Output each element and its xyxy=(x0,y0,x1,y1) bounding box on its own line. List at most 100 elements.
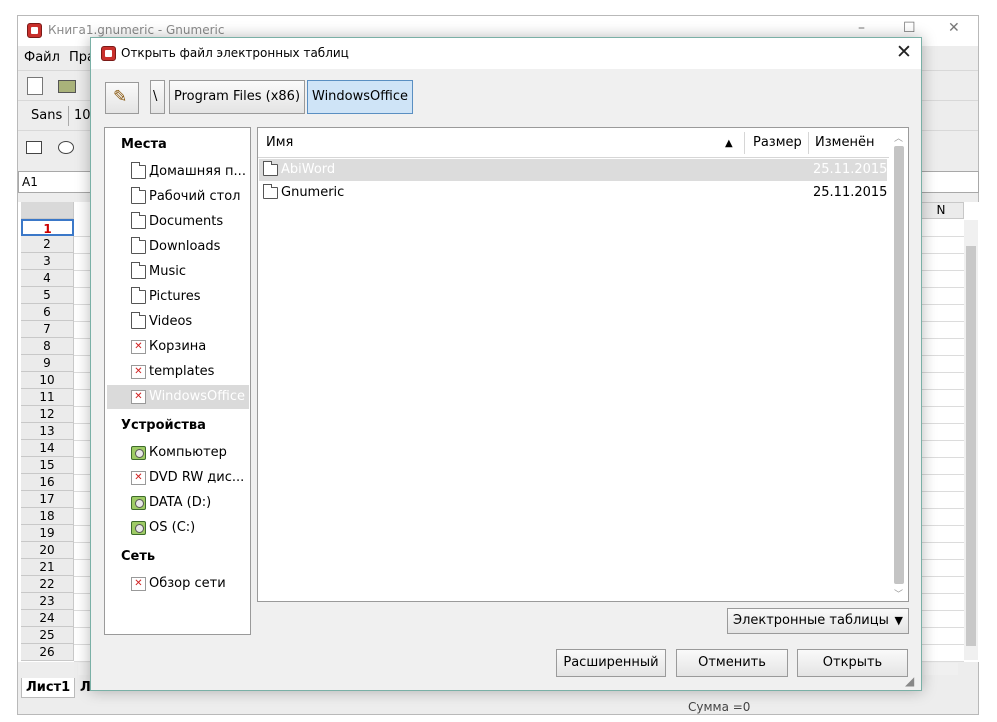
row-header[interactable]: 20 xyxy=(21,542,74,559)
row-header[interactable]: 4 xyxy=(21,270,74,287)
place-item[interactable]: ✕ templates xyxy=(107,360,249,384)
folder-icon xyxy=(131,212,146,229)
row-header[interactable]: 22 xyxy=(21,576,74,593)
sort-ascending-icon: ▲ xyxy=(725,138,733,149)
missing-icon: ✕ xyxy=(131,577,146,591)
device-item[interactable]: ✕ DVD RW дис... xyxy=(107,466,249,490)
dialog-close-button[interactable]: ✕ xyxy=(896,41,912,63)
device-item-label: OS (C:) xyxy=(149,520,196,535)
folder-icon xyxy=(131,162,146,179)
network-item[interactable]: ✕ Обзор сети xyxy=(107,572,249,596)
scroll-up-arrow-icon[interactable]: ︿ xyxy=(894,131,903,144)
row-header[interactable]: 2 xyxy=(21,236,74,253)
place-item[interactable]: ✕ WindowsOffice xyxy=(107,385,249,409)
row-header[interactable]: 1 xyxy=(21,219,74,236)
file-row[interactable]: Gnumeric 25.11.2015 xyxy=(259,182,887,204)
row-header[interactable]: 23 xyxy=(21,593,74,610)
device-item[interactable]: Компьютер xyxy=(107,441,249,465)
row-header[interactable]: 26 xyxy=(21,644,74,661)
row-header[interactable]: 14 xyxy=(21,440,74,457)
place-item[interactable]: Documents xyxy=(107,210,249,234)
row-header[interactable]: 19 xyxy=(21,525,74,542)
rectangle-tool-icon[interactable] xyxy=(26,141,42,154)
row-header[interactable]: 3 xyxy=(21,253,74,270)
network-section-title: Сеть xyxy=(121,549,156,564)
column-modified-header[interactable]: Изменён xyxy=(815,135,874,150)
scroll-thumb[interactable] xyxy=(894,146,904,584)
device-item-label: Компьютер xyxy=(149,445,227,460)
row-header[interactable]: 17 xyxy=(21,491,74,508)
row-header[interactable]: 9 xyxy=(21,355,74,372)
path-button-program-files[interactable]: Program Files (x86) xyxy=(169,80,306,114)
font-size-field[interactable]: 10 xyxy=(74,108,91,123)
place-item-label: Downloads xyxy=(149,239,221,254)
sheet-tab-list1[interactable]: Лист1 xyxy=(21,678,76,698)
row-header[interactable]: 25 xyxy=(21,627,74,644)
device-item[interactable]: DATA (D:) xyxy=(107,491,249,515)
place-item[interactable]: Videos xyxy=(107,310,249,334)
place-item-label: Домашняя п... xyxy=(149,164,246,179)
row-header[interactable]: 15 xyxy=(21,457,74,474)
edit-location-button[interactable]: ✎ xyxy=(105,82,139,114)
select-all-corner[interactable] xyxy=(21,202,74,219)
gnumeric-app-icon xyxy=(27,23,42,38)
minimize-button[interactable]: – xyxy=(858,20,865,36)
row-header[interactable]: 5 xyxy=(21,287,74,304)
ellipse-tool-icon[interactable] xyxy=(58,141,74,154)
cancel-button[interactable]: Отменить xyxy=(676,649,788,677)
place-item-label: WindowsOffice xyxy=(149,389,245,404)
file-list[interactable]: Имя ▲ Размер Изменён AbiWord 25.11.2015 Gn… xyxy=(257,127,909,602)
new-file-icon[interactable] xyxy=(27,77,43,95)
row-header[interactable]: 21 xyxy=(21,559,74,576)
path-button-windowsoffice[interactable]: WindowsOffice xyxy=(307,80,413,114)
column-header-n[interactable]: N xyxy=(918,202,964,219)
place-item[interactable]: Music xyxy=(107,260,249,284)
advanced-button[interactable]: Расширенный xyxy=(556,649,666,677)
column-name-header[interactable]: Имя xyxy=(266,135,293,150)
file-row[interactable]: AbiWord 25.11.2015 xyxy=(259,159,887,181)
column-separator xyxy=(808,132,809,154)
path-root-button[interactable]: \ xyxy=(150,80,165,114)
place-item[interactable]: Pictures xyxy=(107,285,249,309)
place-item-label: templates xyxy=(149,364,215,379)
file-name: AbiWord xyxy=(281,162,336,177)
folder-icon xyxy=(263,161,278,176)
row-header[interactable]: 12 xyxy=(21,406,74,423)
device-item[interactable]: OS (C:) xyxy=(107,516,249,540)
row-header[interactable]: 7 xyxy=(21,321,74,338)
resize-grip-icon[interactable]: ◢ xyxy=(905,674,914,688)
font-name-field[interactable]: Sans xyxy=(31,108,62,123)
row-header[interactable]: 18 xyxy=(21,508,74,525)
scroll-down-arrow-icon[interactable]: ﹀ xyxy=(894,587,903,600)
place-item[interactable]: Домашняя п... xyxy=(107,160,249,184)
close-button[interactable]: ✕ xyxy=(948,20,960,36)
open-button[interactable]: Открыть xyxy=(797,649,908,677)
open-folder-icon[interactable] xyxy=(58,80,76,93)
row-header[interactable]: 6 xyxy=(21,304,74,321)
file-list-scrollbar[interactable]: ︿ ﹀ xyxy=(891,129,907,600)
place-item[interactable]: ✕ Корзина xyxy=(107,335,249,359)
scroll-thumb[interactable] xyxy=(966,246,976,646)
dialog-titlebar: Открыть файл электронных таблиц ✕ xyxy=(91,38,921,69)
dialog-title: Открыть файл электронных таблиц xyxy=(121,46,349,60)
missing-icon: ✕ xyxy=(131,365,146,379)
column-separator xyxy=(744,132,745,154)
place-item[interactable]: Рабочий стол xyxy=(107,185,249,209)
row-header[interactable]: 24 xyxy=(21,610,74,627)
menu-file[interactable]: Файл xyxy=(24,50,60,65)
file-type-filter-select[interactable]: Электронные таблицы ▼ xyxy=(727,608,909,634)
column-size-header[interactable]: Размер xyxy=(753,135,802,150)
row-header[interactable]: 16 xyxy=(21,474,74,491)
sheet-vertical-scrollbar[interactable] xyxy=(964,220,978,660)
places-sidebar: Места Домашняя п... Рабочий стол Documents… xyxy=(104,127,251,635)
row-header[interactable]: 8 xyxy=(21,338,74,355)
row-header[interactable]: 11 xyxy=(21,389,74,406)
pencil-icon: ✎ xyxy=(113,87,128,107)
missing-icon: ✕ xyxy=(131,340,146,354)
place-item[interactable]: Downloads xyxy=(107,235,249,259)
row-header[interactable]: 13 xyxy=(21,423,74,440)
file-name: Gnumeric xyxy=(281,185,345,200)
maximize-button[interactable]: ☐ xyxy=(903,20,916,36)
row-header[interactable]: 10 xyxy=(21,372,74,389)
places-section-title: Места xyxy=(121,137,167,152)
